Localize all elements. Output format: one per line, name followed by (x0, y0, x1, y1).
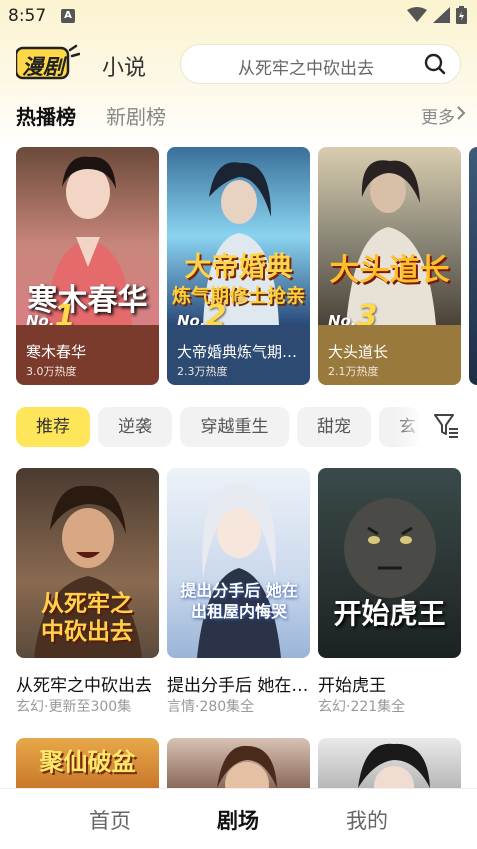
ranking-card-2[interactable]: 大帝婚典 炼气期修士抢亲 No.2 大帝婚典炼气期修士抢亲 2.3万热度 (167, 147, 310, 385)
chevron-right-icon[interactable] (456, 105, 466, 121)
drama-title: 开始虎王 (318, 676, 386, 696)
cover-title: 提出分手后 她在出租屋内悔哭 (180, 581, 298, 621)
card-heat: 2.1万热度 (328, 365, 379, 378)
ranking-card-3[interactable]: 大头道长 No.3 大头道长 2.1万热度 (318, 147, 461, 385)
card-title: 大帝婚典炼气期修士抢亲 (177, 343, 305, 361)
drama-meta: 言情·280集全 (167, 699, 255, 715)
card-heat: 3.0万热度 (26, 365, 77, 378)
filter-icon[interactable] (433, 412, 459, 440)
nav-home[interactable]: 首页 (89, 805, 131, 835)
cover-image: 提出分手后 她在出租屋内悔哭 (167, 468, 310, 658)
logo-text: 漫剧 (22, 55, 64, 79)
card-title: 寒木春华 (26, 343, 87, 361)
app-logo[interactable]: 漫剧 (14, 44, 81, 80)
search-bar[interactable]: 从死牢之中砍出去 (180, 44, 461, 84)
drama-card[interactable]: 聚仙破盆 (16, 738, 159, 788)
chip-time-travel[interactable]: 穿越重生 (180, 407, 289, 447)
card-title: 大头道长 (328, 343, 389, 361)
cover-image: 开始虎王 (318, 468, 461, 658)
status-time: 8:57 (8, 6, 47, 26)
drama-card[interactable] (167, 738, 310, 788)
more-link[interactable]: 更多 (421, 103, 455, 128)
drama-card[interactable] (318, 738, 461, 788)
drama-card[interactable]: 开始虎王 开始虎王 玄幻·221集全 (318, 468, 461, 718)
nav-profile[interactable]: 我的 (346, 805, 388, 835)
chip-fade (395, 404, 425, 450)
cover-title: 聚仙破盆 (39, 747, 136, 776)
notification-icon: A (61, 9, 75, 23)
search-icon[interactable] (424, 53, 446, 75)
status-bar: 8:57 A (0, 0, 477, 34)
nav-theater[interactable]: 剧场 (217, 805, 259, 835)
battery-icon (456, 6, 467, 24)
chip-sweet-romance[interactable]: 甜宠 (297, 407, 371, 447)
bottom-navigation: 首页 剧场 我的 (0, 788, 477, 849)
chip-recommended[interactable]: 推荐 (16, 407, 90, 447)
card-heat: 2.3万热度 (177, 365, 228, 378)
drama-card[interactable]: 提出分手后 她在出租屋内悔哭 提出分手后 她在出租屋内悔哭 言情·280集全 (167, 468, 312, 718)
nav-novel-link[interactable]: 小说 (102, 50, 146, 82)
cover-image: 从死牢之中砍出去 (16, 468, 159, 658)
cover-title: 大头道长 (329, 253, 450, 288)
signal-icon (433, 7, 450, 23)
drama-title: 提出分手后 她在出租屋内悔哭 (167, 676, 312, 696)
tab-hot-ranking[interactable]: 热播榜 (16, 101, 76, 130)
cover-title: 开始虎王 (333, 597, 446, 630)
cover-image (217, 745, 277, 788)
chip-comeback[interactable]: 逆袭 (98, 407, 172, 447)
tab-new-ranking[interactable]: 新剧榜 (106, 101, 166, 130)
drama-meta: 玄幻·221集全 (318, 699, 406, 715)
drama-meta: 玄幻·更新至300集 (16, 699, 132, 715)
cover-title: 大帝婚典 (184, 252, 293, 283)
cover-title: 从死牢之中砍出去 (41, 590, 133, 645)
cover-image (358, 743, 430, 788)
drama-title: 从死牢之中砍出去 (16, 676, 152, 696)
wifi-icon (407, 7, 427, 22)
drama-card[interactable]: 从死牢之中砍出去 从死牢之中砍出去 玄幻·更新至300集 (16, 468, 159, 718)
search-input[interactable]: 从死牢之中砍出去 (238, 54, 374, 79)
ranking-card-4-peek[interactable] (469, 147, 477, 385)
ranking-card-1[interactable]: 寒木春华 No.1 寒木春华 3.0万热度 (16, 147, 159, 385)
